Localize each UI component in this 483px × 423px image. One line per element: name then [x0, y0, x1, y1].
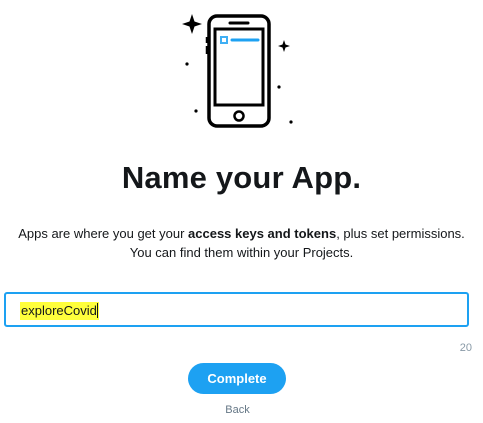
mobile-phone-icon	[182, 14, 293, 128]
app-name-input[interactable]: exploreCovid	[4, 292, 469, 327]
description-line-1: Apps are where you get your access keys …	[0, 224, 483, 243]
dot-decoration	[277, 85, 281, 89]
dot-decoration	[194, 109, 198, 113]
home-button-icon	[233, 110, 245, 122]
complete-button[interactable]: Complete	[188, 363, 286, 394]
back-link[interactable]: Back	[0, 404, 475, 416]
sparkle-icon	[182, 14, 202, 34]
description-bold-text: access keys and tokens	[188, 226, 337, 241]
input-text: exploreCovid	[21, 303, 97, 318]
dot-decoration	[289, 120, 293, 124]
dot-decoration	[185, 62, 189, 66]
page-description: Apps are where you get your access keys …	[0, 224, 483, 262]
phone-illustration	[178, 10, 298, 130]
description-text: Apps are where you get your	[18, 226, 189, 241]
app-name-input-value[interactable]: exploreCovid	[20, 302, 99, 320]
description-line-2: You can find them within your Projects.	[129, 245, 354, 260]
sparkle-icon	[278, 40, 290, 52]
description-text: , plus set permissions.	[336, 226, 465, 241]
text-caret	[96, 303, 98, 318]
page-title: Name your App.	[121, 160, 362, 195]
character-counter: 20	[459, 342, 472, 354]
